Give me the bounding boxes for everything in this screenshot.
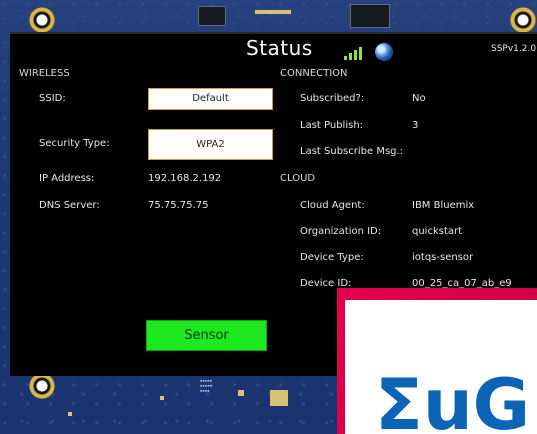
organization-id-value: quickstart <box>412 226 463 237</box>
last-publish-value: 3 <box>412 120 419 131</box>
device-type-label: Device Type: <box>300 252 364 263</box>
organization-id-label: Organization ID: <box>300 226 382 237</box>
last-publish-label: Last Publish: <box>300 120 364 131</box>
board-pad <box>68 412 72 416</box>
sensor-button[interactable]: Sensor <box>146 320 267 351</box>
board-pad <box>238 390 244 396</box>
page-title: Status <box>246 36 313 60</box>
wireless-heading: WIRELESS <box>19 68 70 79</box>
security-type-label: Security Type: <box>39 138 110 149</box>
version-label: SSPv1.2.0 <box>491 44 537 54</box>
subscribed-label: Subscribed?: <box>300 93 365 104</box>
ssid-label: SSID: <box>39 93 66 104</box>
cloud-heading: CLOUD <box>280 173 316 184</box>
mounting-hole <box>29 7 55 33</box>
logo-text: ΣuG <box>375 364 531 434</box>
cloud-agent-value: IBM Bluemix <box>412 200 475 211</box>
subscribed-value: No <box>412 93 426 104</box>
cloud-agent-label: Cloud Agent: <box>300 200 365 211</box>
dns-server-label: DNS Server: <box>39 200 100 211</box>
board-silkscreen: ▪▪▪▪▪ ▪▪▪▪▪ ▪▪▪▪ <box>200 378 213 393</box>
ip-address-label: IP Address: <box>39 173 95 184</box>
last-subscribe-label: Last Subscribe Msg.: <box>300 146 404 157</box>
board-pad <box>160 396 164 400</box>
logo-panel: ΣuG <box>345 300 537 434</box>
board-pad <box>270 390 288 406</box>
device-type-value: iotqs-sensor <box>412 252 474 263</box>
board-pad <box>255 10 291 14</box>
mounting-hole <box>510 7 536 33</box>
mounting-hole <box>29 373 55 399</box>
ip-address-value: 192.168.2.192 <box>148 173 222 184</box>
ssid-field[interactable]: Default <box>148 88 273 110</box>
board-chip <box>198 6 226 26</box>
brand-logo: ΣuG <box>337 288 537 434</box>
signal-bars-icon <box>344 46 366 60</box>
globe-icon <box>375 43 393 61</box>
connection-heading: CONNECTION <box>280 68 348 79</box>
board-chip <box>350 4 390 28</box>
security-type-field[interactable]: WPA2 <box>148 129 273 160</box>
dns-server-value: 75.75.75.75 <box>148 200 209 211</box>
